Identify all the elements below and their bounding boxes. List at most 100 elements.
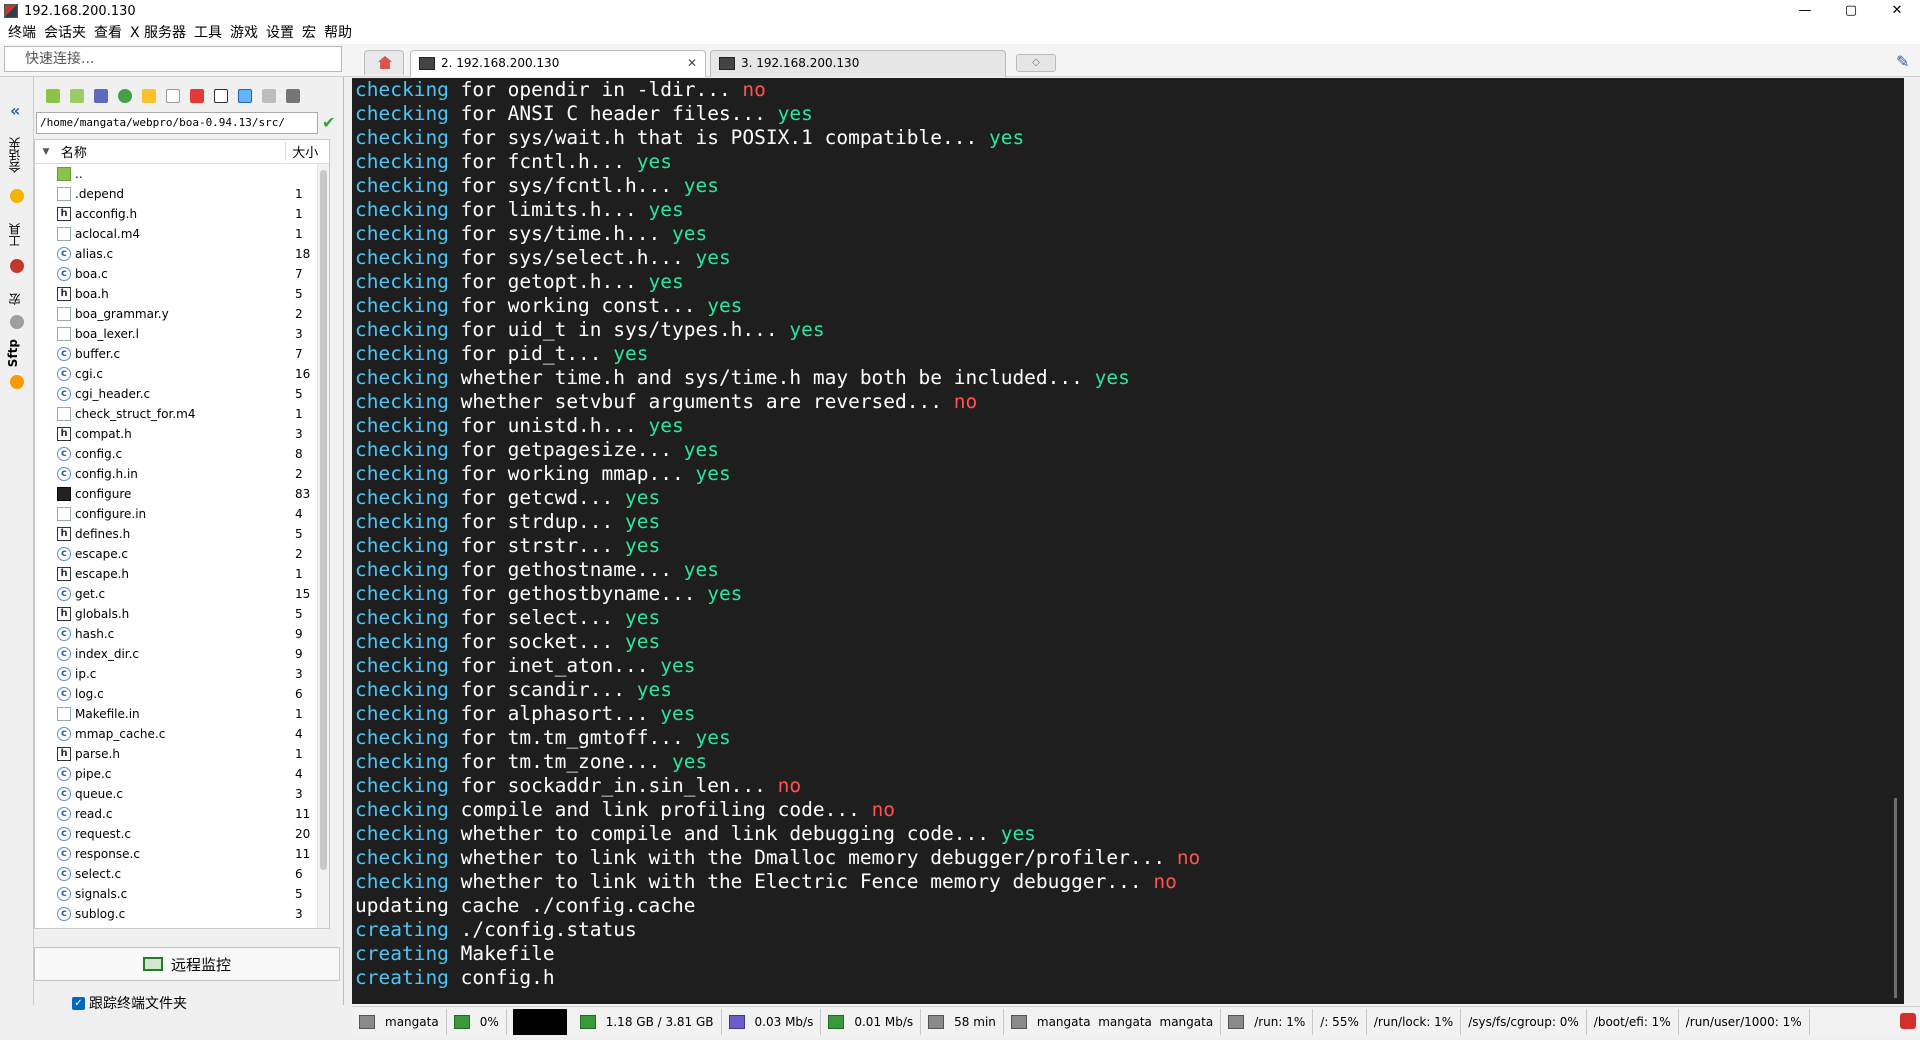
file-row[interactable]: c pipe.c 4 [35,764,329,784]
file-row[interactable]: c config.h.in 2 [35,464,329,484]
menu-terminal[interactable]: 终端 [4,22,40,44]
minimize-button[interactable]: — [1782,0,1828,22]
side-tab-sftp[interactable]: Sftp [6,339,28,367]
terminal-keyword: checking [355,630,449,653]
terminal-text: for opendir in -ldir... [448,78,743,101]
quick-connect-input[interactable]: 快速连接... [4,46,342,72]
file-row[interactable]: h compat.h 3 [35,424,329,444]
tab-close-icon[interactable]: ✕ [687,51,697,76]
file-row[interactable]: c sublog.c 3 [35,904,329,924]
scrollbar-thumb[interactable] [320,170,327,870]
delete-button[interactable] [186,85,208,107]
file-row[interactable]: h defines.h 5 [35,524,329,544]
file-row[interactable]: c alias.c 18 [35,244,329,264]
menu-sessions[interactable]: 会话夹 [40,22,90,44]
file-row[interactable]: h globals.h 5 [35,604,329,624]
file-row[interactable]: c signals.c 5 [35,884,329,904]
side-tab-sessions[interactable]: 会话夹 [6,137,28,173]
terminal-output[interactable]: checking for opendir in -ldir... no check… [352,78,1904,1004]
file-row[interactable]: c get.c 15 [35,584,329,604]
file-row[interactable]: c boa.c 7 [35,264,329,284]
file-row[interactable]: c buffer.c 7 [35,344,329,364]
menu-xserver[interactable]: X 服务器 [126,22,190,44]
menu-settings[interactable]: 设置 [262,22,298,44]
file-row[interactable]: c index_dir.c 9 [35,644,329,664]
file-row[interactable]: c ip.c 3 [35,664,329,684]
file-name: acconfig.h [75,207,138,221]
menu-games[interactable]: 游戏 [226,22,262,44]
terminal-scrollbar[interactable] [1888,78,1904,1004]
terminal-scroll-thumb[interactable] [1894,798,1897,998]
file-row[interactable]: .. [35,164,329,184]
download-speed-icon [828,1014,845,1029]
new-tab-button[interactable]: ◇ [1016,54,1056,72]
tab-session-3[interactable]: 3. 192.168.200.130 [710,50,1006,77]
checkmark-icon[interactable]: ✔ [322,113,335,132]
terminal-text: compile and link profiling code... [448,798,872,821]
status-user: mangata [352,1008,447,1035]
menu-tools[interactable]: 工具 [190,22,226,44]
file-row[interactable]: c response.c 11 [35,844,329,864]
sort-caret-icon[interactable]: ▼ [35,147,57,157]
file-row[interactable]: h acconfig.h 1 [35,204,329,224]
terminal-line: checking whether to link with the Electr… [352,870,1904,894]
home-tab[interactable] [364,50,404,75]
file-row[interactable]: c hash.c 9 [35,624,329,644]
file-row[interactable]: c read.c 11 [35,804,329,824]
file-row[interactable]: c mmap_cache.c 4 [35,724,329,744]
collapse-icon[interactable]: « [10,101,20,120]
download-icon [70,89,84,103]
file-row[interactable]: h escape.h 1 [35,564,329,584]
file-row[interactable]: h boa.h 5 [35,284,329,304]
file-row[interactable]: check_struct_for.m4 1 [35,404,329,424]
settings-button[interactable] [258,85,280,107]
close-button[interactable]: ✕ [1874,0,1920,22]
terminal-keyword: checking [355,534,449,557]
file-list-scrollbar[interactable] [317,164,329,928]
parent-folder-button[interactable] [42,85,64,107]
remote-monitor-button[interactable]: 远程监控 [34,947,340,981]
file-row[interactable]: c request.c 20 [35,824,329,844]
path-input[interactable]: /home/mangata/webpro/boa-0.94.13/src/ [36,112,318,134]
refresh-button[interactable] [114,85,136,107]
menu-macros[interactable]: 宏 [298,22,320,44]
maximize-button[interactable]: ▢ [1828,0,1874,22]
download-button[interactable] [66,85,88,107]
rename-button[interactable] [210,85,232,107]
file-icon [57,327,71,341]
tab-session-2[interactable]: 2. 192.168.200.130 ✕ [410,50,706,77]
file-row[interactable]: c cgi.c 16 [35,364,329,384]
new-folder-button[interactable] [138,85,160,107]
file-row[interactable]: h parse.h 1 [35,744,329,764]
upload-button[interactable] [90,85,112,107]
file-row[interactable]: boa_grammar.y 2 [35,304,329,324]
file-row[interactable]: boa_lexer.l 3 [35,324,329,344]
file-row[interactable]: c config.c 8 [35,444,329,464]
file-row[interactable]: c log.c 6 [35,684,329,704]
view-toggle-button[interactable] [234,85,256,107]
file-row[interactable]: Makefile.in 1 [35,704,329,724]
file-row[interactable]: c queue.c 3 [35,784,329,804]
file-row[interactable]: configure.in 4 [35,504,329,524]
follow-terminal-folder[interactable]: ✓ 跟踪终端文件夹 [72,993,187,1013]
menu-view[interactable]: 查看 [90,22,126,44]
c-file-icon: c [57,347,71,361]
file-row[interactable]: aclocal.m4 1 [35,224,329,244]
file-row[interactable]: c escape.c 2 [35,544,329,564]
file-row[interactable]: configure 83 [35,484,329,504]
file-row[interactable]: c cgi_header.c 5 [35,384,329,404]
file-row[interactable]: .depend 1 [35,184,329,204]
file-row[interactable]: c select.c 6 [35,864,329,884]
terminal-line: checking for scandir... yes [352,678,1904,702]
follow-checkbox[interactable]: ✓ [72,996,85,1010]
column-size[interactable]: 大小 [285,142,329,161]
disconnect-icon[interactable] [1900,1013,1916,1029]
column-name[interactable]: 名称 [57,142,285,161]
side-tab-macros[interactable]: 宏 [6,293,28,305]
side-tab-tools[interactable]: 工具 [6,223,28,247]
new-file-button[interactable] [162,85,184,107]
terminal-button[interactable] [282,85,304,107]
terminal-text: for working const... [448,294,708,317]
menu-help[interactable]: 帮助 [320,22,356,44]
pin-icon[interactable]: ✎ [1896,52,1910,71]
